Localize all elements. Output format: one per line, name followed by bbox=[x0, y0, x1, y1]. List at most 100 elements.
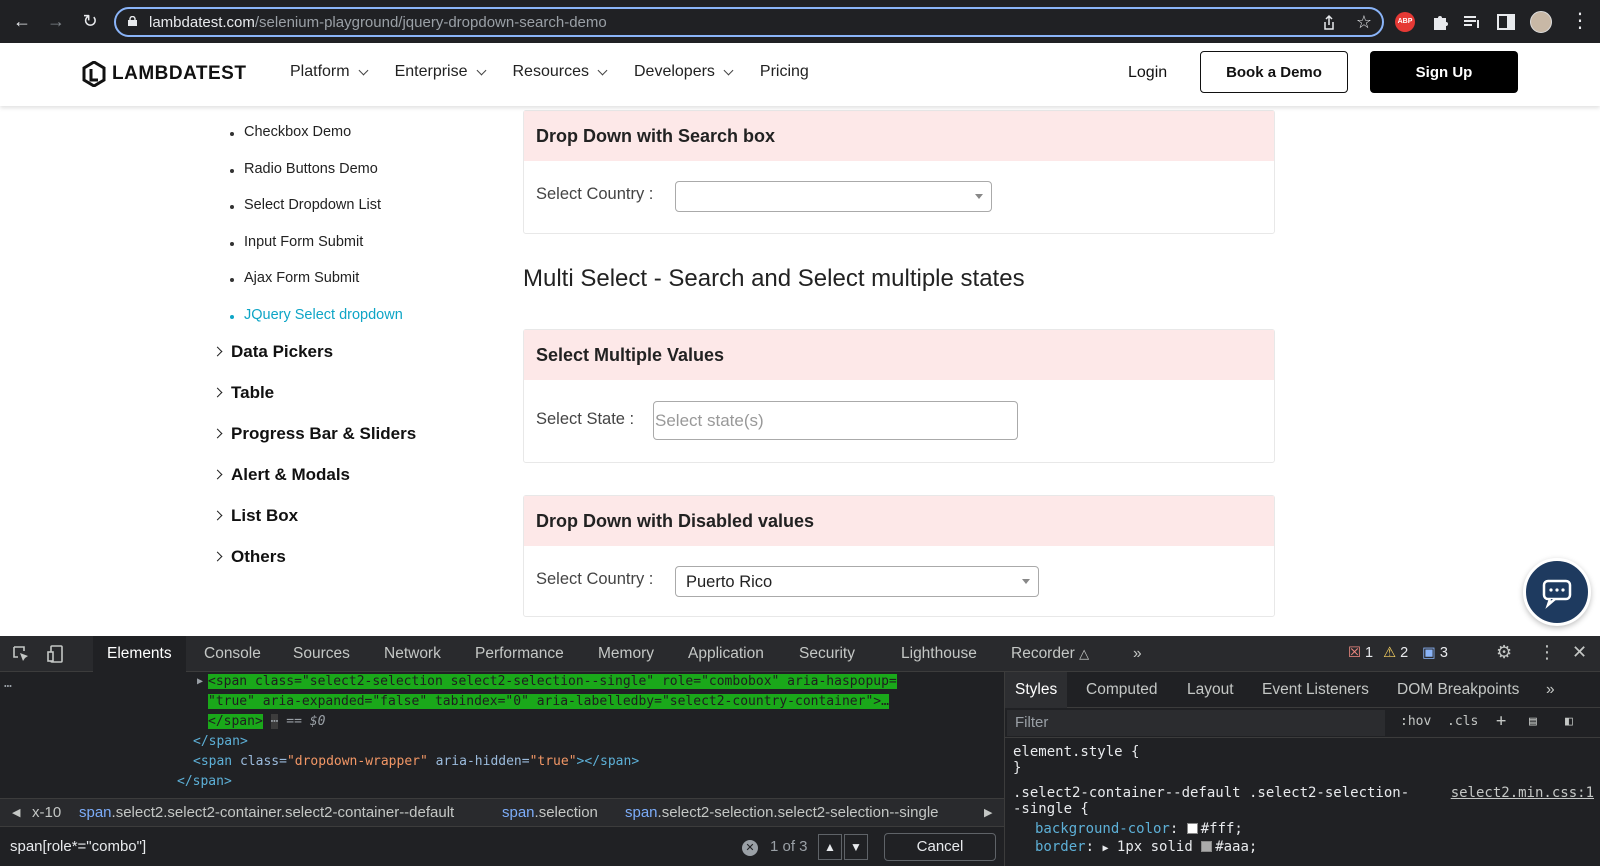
tab-lighthouse[interactable]: Lighthouse bbox=[901, 645, 977, 663]
chevron-right-icon bbox=[212, 510, 223, 521]
css-property-border[interactable]: border: ▶ 1px solid #aaa; bbox=[1035, 839, 1257, 855]
forward-arrow-icon[interactable]: → bbox=[45, 10, 67, 32]
nav-developers[interactable]: Developers bbox=[634, 63, 734, 81]
tab-event-listeners[interactable]: Event Listeners bbox=[1262, 681, 1369, 699]
clear-search-icon[interactable]: ✕ bbox=[742, 840, 758, 856]
lambdatest-logo[interactable]: LAMBDATEST bbox=[82, 60, 246, 88]
nav-resources[interactable]: Resources bbox=[513, 63, 608, 81]
tab-recorder[interactable]: Recorder △ bbox=[1011, 645, 1089, 663]
color-swatch[interactable] bbox=[1186, 822, 1198, 834]
breadcrumb-item[interactable]: span.select2.select2-container.select2-c… bbox=[79, 804, 454, 821]
breadcrumb-item-selected[interactable]: span.select2-selection.select2-selection… bbox=[625, 804, 939, 821]
state-multi-select-input[interactable]: Select state(s) bbox=[653, 401, 1018, 440]
tab-sources[interactable]: Sources bbox=[293, 645, 350, 663]
site-header: LAMBDATEST Platform Enterprise Resources… bbox=[0, 43, 1600, 106]
address-bar[interactable]: lambdatest.com/selenium-playground/jquer… bbox=[114, 7, 1384, 37]
cancel-search-button[interactable]: Cancel bbox=[884, 833, 996, 861]
extensions-puzzle-icon[interactable] bbox=[1430, 12, 1450, 32]
paint-icon[interactable]: ▤ bbox=[1529, 714, 1537, 729]
book-demo-button[interactable]: Book a Demo bbox=[1200, 51, 1348, 93]
nav-platform[interactable]: Platform bbox=[290, 63, 369, 81]
dom-tree[interactable]: … ▶ <span class="select2-selection selec… bbox=[0, 672, 1004, 798]
profile-avatar[interactable] bbox=[1530, 11, 1552, 33]
sidebar-category-alert-modals[interactable]: Alert & Modals bbox=[212, 465, 416, 506]
sidebar-item-jquery-select-dropdown[interactable]: JQuery Select dropdown bbox=[230, 307, 403, 344]
sidebar: Checkbox Demo Radio Buttons Demo Select … bbox=[0, 106, 500, 636]
expand-triangle-icon[interactable]: ▶ bbox=[197, 676, 203, 687]
tab-console[interactable]: Console bbox=[204, 645, 261, 663]
dom-node-selected-line2[interactable]: "true" aria-expanded="false" tabindex="0… bbox=[208, 694, 889, 709]
sidebar-item-input-form-submit[interactable]: Input Form Submit bbox=[230, 234, 403, 271]
dom-node-selected-line3[interactable]: </span> ⋯ == $0 bbox=[208, 714, 325, 729]
scroll-left-icon[interactable]: ◀ bbox=[12, 806, 20, 819]
dom-ellipsis[interactable]: … bbox=[4, 676, 12, 691]
hover-state-toggle[interactable]: :hov bbox=[1400, 714, 1431, 729]
tab-memory[interactable]: Memory bbox=[598, 645, 654, 663]
device-toolbar-icon[interactable] bbox=[47, 645, 65, 663]
tab-styles[interactable]: Styles bbox=[1005, 672, 1068, 708]
top-navigation: Platform Enterprise Resources Developers… bbox=[290, 63, 837, 81]
close-devtools-icon[interactable]: ✕ bbox=[1572, 642, 1587, 663]
sidebar-category-list-box[interactable]: List Box bbox=[212, 506, 416, 547]
sidebar-item-checkbox-demo[interactable]: Checkbox Demo bbox=[230, 124, 403, 161]
toggle-sidebar-icon[interactable]: ◧ bbox=[1565, 714, 1573, 729]
breadcrumb-item[interactable]: x-10 bbox=[32, 804, 61, 821]
dom-closing-span[interactable]: </span> bbox=[193, 734, 248, 749]
scroll-right-icon[interactable]: ▶ bbox=[984, 806, 992, 819]
sidebar-category-others[interactable]: Others bbox=[212, 547, 416, 588]
element-style-rule[interactable]: element.style {} bbox=[1013, 744, 1139, 776]
inspect-element-icon[interactable] bbox=[12, 645, 30, 663]
dom-node-dropdown-wrapper[interactable]: <span class="dropdown-wrapper" aria-hidd… bbox=[193, 754, 639, 769]
tab-performance[interactable]: Performance bbox=[475, 645, 564, 663]
more-tabs-icon[interactable]: » bbox=[1133, 645, 1142, 663]
nav-pricing[interactable]: Pricing bbox=[760, 63, 809, 81]
tab-elements[interactable]: Elements bbox=[93, 636, 186, 672]
sidebar-category-data-pickers[interactable]: Data Pickers bbox=[212, 342, 416, 383]
country-select-disabled-values[interactable]: Puerto Rico bbox=[675, 566, 1039, 597]
tab-security[interactable]: Security bbox=[799, 645, 855, 663]
dom-search-bar: span[role*="combo"] ✕ 1 of 3 ▲ ▼ Cancel bbox=[0, 826, 1004, 866]
chat-button[interactable] bbox=[1523, 558, 1591, 626]
tab-layout[interactable]: Layout bbox=[1187, 681, 1234, 699]
adblock-extension-icon[interactable]: ABP bbox=[1395, 12, 1415, 32]
color-swatch[interactable] bbox=[1201, 840, 1213, 852]
nav-enterprise[interactable]: Enterprise bbox=[395, 63, 486, 81]
dom-node-selected-line1[interactable]: <span class="select2-selection select2-s… bbox=[208, 674, 897, 689]
dom-closing-span[interactable]: </span> bbox=[177, 774, 232, 789]
more-tabs-icon[interactable]: » bbox=[1546, 681, 1555, 699]
back-arrow-icon[interactable]: ← bbox=[11, 10, 33, 32]
tab-computed[interactable]: Computed bbox=[1086, 681, 1158, 699]
sidebar-category-table[interactable]: Table bbox=[212, 383, 416, 424]
sidebar-item-radio-buttons-demo[interactable]: Radio Buttons Demo bbox=[230, 161, 403, 198]
media-queue-icon[interactable] bbox=[1462, 12, 1482, 32]
reload-icon[interactable]: ↻ bbox=[79, 10, 101, 32]
class-toggle[interactable]: .cls bbox=[1447, 714, 1478, 729]
bookmark-star-icon[interactable]: ☆ bbox=[1356, 12, 1372, 33]
previous-match-icon[interactable]: ▲ bbox=[818, 834, 842, 860]
share-icon[interactable] bbox=[1320, 14, 1338, 32]
css-property-background[interactable]: background-color: #fff; bbox=[1035, 821, 1243, 837]
breadcrumb-item[interactable]: span.selection bbox=[502, 804, 598, 821]
expand-triangle-icon[interactable]: ▶ bbox=[1102, 843, 1108, 854]
css-rule-selector[interactable]: .select2-container--default .select2-sel… bbox=[1013, 785, 1409, 817]
issue-counters[interactable]: ☒ 1 ⚠ 2 ▣ 3 bbox=[1348, 645, 1452, 661]
sidebar-item-ajax-form-submit[interactable]: Ajax Form Submit bbox=[230, 270, 403, 307]
sidebar-category-progress-bar[interactable]: Progress Bar & Sliders bbox=[212, 424, 416, 465]
login-link[interactable]: Login bbox=[1128, 64, 1167, 82]
sidebar-item-select-dropdown-list[interactable]: Select Dropdown List bbox=[230, 197, 403, 234]
sign-up-button[interactable]: Sign Up bbox=[1370, 51, 1518, 93]
new-style-rule-icon[interactable]: + bbox=[1496, 711, 1506, 731]
stylesheet-source-link[interactable]: select2.min.css:1 bbox=[1451, 785, 1594, 801]
dom-search-input[interactable]: span[role*="combo"] bbox=[10, 838, 146, 855]
devtools-menu-icon[interactable]: ⋮ bbox=[1538, 642, 1556, 663]
url-text: lambdatest.com/selenium-playground/jquer… bbox=[149, 14, 607, 31]
tab-network[interactable]: Network bbox=[384, 645, 441, 663]
side-panel-icon[interactable] bbox=[1496, 12, 1516, 32]
tab-application[interactable]: Application bbox=[688, 645, 764, 663]
tab-dom-breakpoints[interactable]: DOM Breakpoints bbox=[1397, 681, 1519, 699]
next-match-icon[interactable]: ▼ bbox=[844, 834, 868, 860]
country-select[interactable] bbox=[675, 181, 992, 212]
styles-filter-input[interactable]: Filter bbox=[1007, 710, 1385, 736]
kebab-menu-icon[interactable]: ⋮ bbox=[1569, 10, 1591, 32]
settings-gear-icon[interactable]: ⚙ bbox=[1496, 642, 1512, 663]
